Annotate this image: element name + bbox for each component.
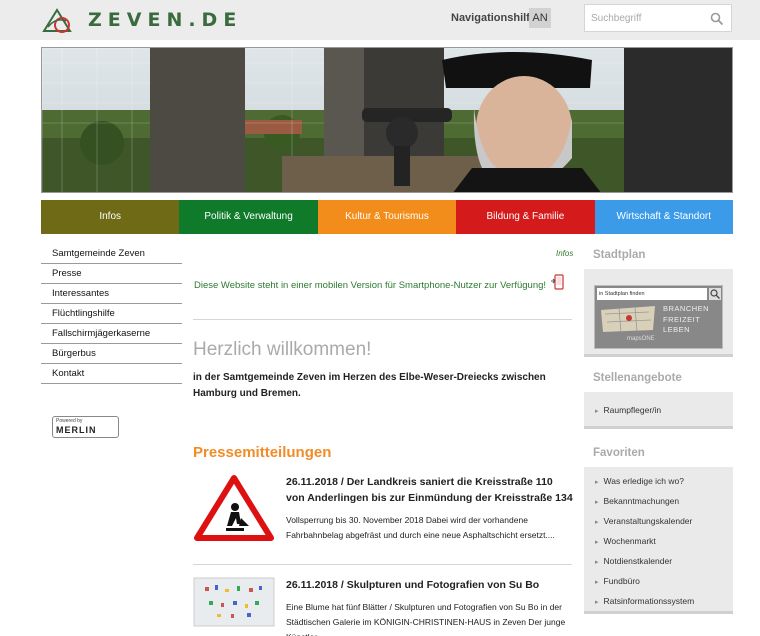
news-teaser: Vollsperrung bis 30. November 2018 Dabei…	[286, 515, 555, 540]
bullet-icon: ▸	[595, 539, 599, 546]
hero-photo	[42, 48, 732, 192]
news-divider	[193, 564, 572, 565]
stadtplan-box: Stadtplan in Stadtplan finden BRANCHEN F…	[584, 245, 733, 357]
map-category-label[interactable]: BRANCHEN	[663, 304, 709, 315]
breadcrumb[interactable]: Infos	[556, 249, 573, 258]
search-box	[584, 4, 732, 32]
stadtplan-title: Stadtplan	[584, 245, 733, 269]
news-headline[interactable]: 26.11.2018 / Der Landkreis saniert die K…	[286, 474, 573, 506]
main-navigation: Infos Politik & Verwaltung Kultur & Tour…	[41, 200, 733, 234]
favorite-item-bekanntmachungen[interactable]: ▸ Bekanntmachungen	[584, 491, 733, 511]
tab-infos[interactable]: Infos	[41, 200, 180, 234]
leftnav-item-interessantes[interactable]: Interessantes	[41, 284, 182, 304]
news-teaser: Eine Blume hat fünf Blätter / Skulpturen…	[286, 602, 566, 636]
bullet-icon: ▸	[595, 519, 599, 526]
map-categories: BRANCHEN FREIZEIT LEBEN	[663, 304, 709, 336]
left-navigation: Samtgemeinde Zeven Presse Interessantes …	[41, 244, 182, 384]
sculpture-exhibition-thumbnail[interactable]	[193, 577, 275, 627]
tab-politik-verwaltung[interactable]: Politik & Verwaltung	[179, 200, 318, 234]
favorite-label: Fundbüro	[603, 576, 640, 586]
favorite-item-notdienstkalender[interactable]: ▸ Notdienstkalender	[584, 551, 733, 571]
hero-image	[41, 47, 733, 193]
powered-by-label: Powered by	[56, 418, 83, 424]
job-offers-box: Stellenangebote ▸ Raumpfleger/in	[584, 368, 733, 429]
bullet-icon: ▸	[595, 408, 599, 415]
bullet-icon: ▸	[595, 499, 599, 506]
job-offer-label: Raumpfleger/in	[603, 405, 662, 415]
favorite-label: Bekanntmachungen	[603, 496, 680, 506]
favorite-item-wochenmarkt[interactable]: ▸ Wochenmarkt	[584, 531, 733, 551]
intro-text: in der Samtgemeinde Zeven im Herzen des …	[193, 372, 546, 399]
merlin-label: MERLIN	[56, 425, 97, 435]
leftnav-item-fluechtlingshilfe[interactable]: Flüchtlingshilfe	[41, 304, 182, 324]
job-offers-title: Stellenangebote	[584, 368, 733, 392]
bullet-icon: ▸	[595, 559, 599, 566]
favorites-box: Favoriten ▸ Was erledige ich wo? ▸ Bekannt…	[584, 443, 733, 614]
favorite-label: Notdienstkalender	[603, 556, 673, 566]
favorites-title: Favoriten	[584, 443, 733, 467]
leftnav-item-kontakt[interactable]: Kontakt	[41, 364, 182, 384]
tab-wirtschaft-standort[interactable]: Wirtschaft & Standort	[594, 200, 733, 234]
leftnav-item-samtgemeinde[interactable]: Samtgemeinde Zeven	[41, 244, 182, 264]
leftnav-item-presse[interactable]: Presse	[41, 264, 182, 284]
content-divider	[193, 319, 572, 320]
search-input[interactable]	[591, 10, 701, 27]
favorite-item-fundbuero[interactable]: ▸ Fundbüro	[584, 571, 733, 591]
job-offer-item[interactable]: ▸ Raumpfleger/in	[584, 400, 733, 420]
map-thumbnail-icon	[601, 306, 655, 333]
search-icon[interactable]	[709, 11, 725, 27]
press-releases-heading: Pressemitteilungen	[193, 444, 332, 461]
mobile-version-icon[interactable]	[550, 274, 566, 290]
bullet-icon: ▸	[595, 479, 599, 486]
site-header: ZEVEN.DE Navigationshilfe AN	[0, 0, 760, 40]
map-search-input[interactable]: in Stadtplan finden	[597, 288, 707, 300]
news-headline[interactable]: 26.11.2018 / Skulpturen und Fotografien …	[286, 577, 573, 593]
map-category-label[interactable]: LEBEN	[663, 325, 709, 336]
favorite-item-ratsinformationssystem[interactable]: ▸ Ratsinformationssystem	[584, 591, 733, 611]
favorite-label: Ratsinformationssystem	[603, 596, 695, 606]
favorite-label: Wochenmarkt	[603, 536, 656, 546]
navigation-help-link[interactable]: Navigationshilfe	[451, 12, 536, 24]
favorite-label: Veranstaltungskalender	[603, 516, 693, 526]
city-map-widget[interactable]: in Stadtplan finden BRANCHEN FREIZEIT LE…	[594, 285, 723, 349]
favorite-item-veranstaltungskalender[interactable]: ▸ Veranstaltungskalender	[584, 511, 733, 531]
mobile-version-link[interactable]: Diese Website steht in einer mobilen Ver…	[194, 280, 546, 291]
zeven-logo-icon[interactable]	[42, 7, 72, 33]
leftnav-item-kaserne[interactable]: Fallschirmjägerkaserne	[41, 324, 182, 344]
map-search-icon[interactable]	[709, 288, 721, 300]
welcome-heading: Herzlich willkommen!	[193, 339, 372, 360]
favorite-label: Was erledige ich wo?	[603, 476, 684, 486]
site-logo-text[interactable]: ZEVEN.DE	[88, 9, 242, 31]
tab-kultur-tourismus[interactable]: Kultur & Tourismus	[317, 200, 457, 234]
map-brand-label: mapsONE	[627, 336, 655, 342]
leftnav-item-buergerbus[interactable]: Bürgerbus	[41, 344, 182, 364]
tab-bildung-familie[interactable]: Bildung & Familie	[456, 200, 595, 234]
bullet-icon: ▸	[595, 579, 599, 586]
map-category-label[interactable]: FREIZEIT	[663, 315, 709, 326]
favorite-item-was-erledige[interactable]: ▸ Was erledige ich wo?	[584, 471, 733, 491]
powered-by-merlin-logo[interactable]: Powered by MERLIN	[52, 416, 119, 438]
bullet-icon: ▸	[595, 599, 599, 606]
roadworks-sign-icon[interactable]	[193, 474, 275, 542]
an-button[interactable]: AN	[529, 8, 551, 28]
